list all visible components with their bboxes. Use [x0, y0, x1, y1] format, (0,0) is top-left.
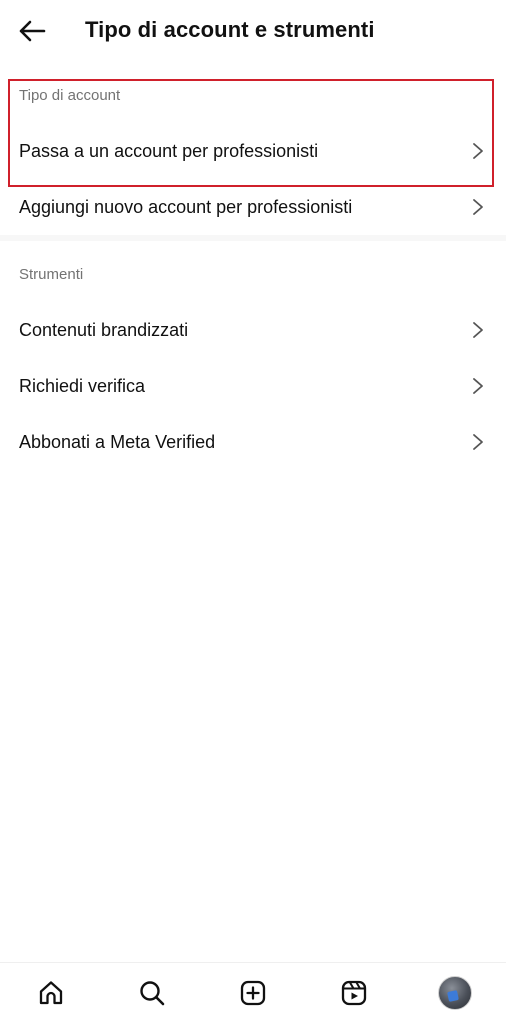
add-professional-account-item[interactable]: Aggiungi nuovo account per professionist…: [0, 179, 506, 235]
bottom-navigation-bar: [0, 962, 506, 1024]
create-post-icon: [240, 980, 266, 1006]
search-icon: [140, 981, 165, 1006]
row-label: Passa a un account per professionisti: [19, 141, 319, 161]
section-label-tools: Strumenti: [19, 266, 84, 283]
branded-content-item[interactable]: Contenuti brandizzati: [0, 302, 506, 358]
back-button[interactable]: [12, 14, 52, 48]
chevron-right-icon: [473, 322, 483, 338]
top-bar: Tipo di account e strumenti: [0, 0, 506, 62]
profile-avatar: [438, 976, 472, 1010]
nav-home-button[interactable]: [31, 973, 71, 1013]
nav-profile-button[interactable]: [435, 973, 475, 1013]
switch-to-professional-account-item[interactable]: Passa a un account per professionisti: [0, 123, 506, 179]
row-label: Aggiungi nuovo account per professionist…: [19, 197, 353, 217]
chevron-right-icon: [473, 143, 483, 159]
reels-icon: [341, 980, 367, 1006]
row-label: Abbonati a Meta Verified: [19, 432, 216, 452]
request-verification-item[interactable]: Richiedi verifica: [0, 358, 506, 414]
page-title: Tipo di account e strumenti: [85, 17, 375, 42]
row-label: Contenuti brandizzati: [19, 320, 189, 340]
account-type-and-tools-screen: Tipo di account e strumenti Tipo di acco…: [0, 0, 506, 1024]
nav-create-button[interactable]: [233, 973, 273, 1013]
arrow-left-icon: [19, 20, 46, 42]
chevron-right-icon: [473, 199, 483, 215]
nav-search-button[interactable]: [132, 973, 172, 1013]
row-label: Richiedi verifica: [19, 376, 146, 396]
section-label-account-type: Tipo di account: [19, 87, 121, 104]
chevron-right-icon: [473, 378, 483, 394]
home-icon: [39, 981, 63, 1005]
section-divider: [0, 235, 506, 241]
meta-verified-subscribe-item[interactable]: Abbonati a Meta Verified: [0, 414, 506, 470]
nav-reels-button[interactable]: [334, 973, 374, 1013]
chevron-right-icon: [473, 434, 483, 450]
